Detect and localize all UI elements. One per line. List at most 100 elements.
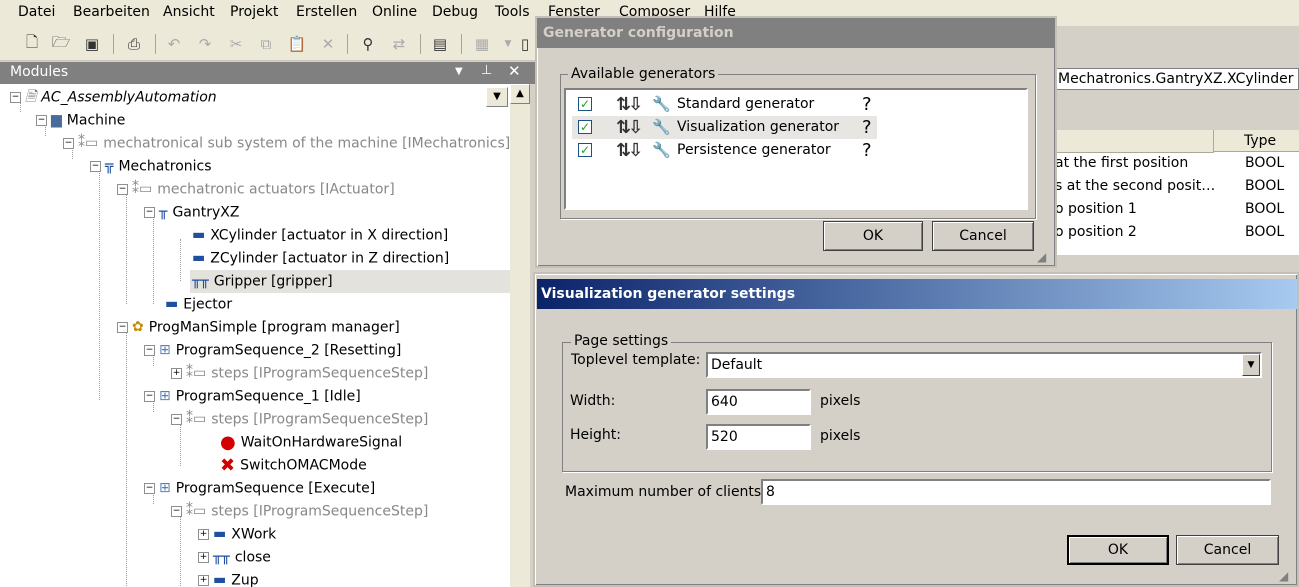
scroll-up-icon[interactable]: ▲ bbox=[510, 84, 530, 104]
height-field[interactable] bbox=[706, 424, 811, 450]
checkbox-checked[interactable]: ✓ bbox=[578, 97, 592, 111]
tree-item-xcylinder[interactable]: ▬ XCylinder [actuator in X direction] bbox=[192, 224, 448, 247]
tree-dropdown-button[interactable]: ▼ bbox=[486, 87, 508, 107]
tree-item-steps[interactable]: − ⁑▭ steps [IProgramSequenceStep] bbox=[171, 500, 428, 523]
cylinder-icon: ▬ bbox=[192, 227, 206, 243]
max-clients-field[interactable] bbox=[761, 479, 1271, 505]
ok-button[interactable]: OK bbox=[1067, 535, 1169, 565]
collapse-icon[interactable]: − bbox=[144, 345, 155, 356]
tree-scrollbar[interactable]: ▲ bbox=[510, 84, 530, 587]
collapse-icon[interactable]: − bbox=[171, 414, 182, 425]
menu-bearbeiten[interactable]: Bearbeiten bbox=[73, 4, 150, 20]
width-field[interactable] bbox=[706, 389, 811, 415]
table-icon[interactable]: ▦ bbox=[472, 34, 492, 54]
help-icon[interactable]: ? bbox=[862, 116, 872, 139]
tree-item-gripper[interactable]: ╥╥ Gripper [gripper] bbox=[190, 270, 512, 293]
tree-item-switchomacmode[interactable]: ✖ SwitchOMACMode bbox=[220, 454, 367, 477]
expand-icon[interactable]: + bbox=[171, 368, 182, 379]
help-icon[interactable]: ? bbox=[862, 139, 872, 162]
generator-row-visualization[interactable]: ✓ ⇅⇩ 🔧 Visualization generator ? bbox=[572, 116, 877, 139]
cancel-button[interactable]: Cancel bbox=[1176, 535, 1279, 565]
menu-online[interactable]: Online bbox=[372, 4, 417, 20]
collapse-icon[interactable]: − bbox=[63, 138, 74, 149]
up-down-arrows-icon: ⇅⇩ bbox=[616, 117, 643, 138]
delete-icon[interactable]: ✕ bbox=[318, 34, 338, 54]
tree-item-steps[interactable]: + ⁑▭ steps [IProgramSequenceStep] bbox=[171, 362, 428, 385]
object-path-field[interactable]: Mechatronics.GantryXZ.XCylinder bbox=[1055, 68, 1299, 90]
ok-button[interactable]: OK bbox=[823, 221, 923, 251]
dialog-title: Visualization generator settings bbox=[537, 279, 1297, 309]
checkbox-checked[interactable]: ✓ bbox=[578, 120, 592, 134]
tree-item-steps[interactable]: − ⁑▭ steps [IProgramSequenceStep] bbox=[171, 408, 428, 431]
menu-tools[interactable]: Tools bbox=[495, 4, 530, 20]
close-icon[interactable]: ✕ bbox=[508, 62, 521, 80]
checkbox-checked[interactable]: ✓ bbox=[578, 143, 592, 157]
expand-icon[interactable]: + bbox=[198, 552, 209, 563]
cylinder-icon: ▬ bbox=[213, 572, 227, 587]
tree-item-gantryxz[interactable]: − ╥ GantryXZ bbox=[144, 201, 239, 224]
collapse-icon[interactable]: − bbox=[144, 391, 155, 402]
menu-datei[interactable]: Datei bbox=[18, 4, 55, 20]
collapse-icon[interactable]: − bbox=[10, 92, 21, 103]
menu-erstellen[interactable]: Erstellen bbox=[296, 4, 357, 20]
tree-item-programsequence-1[interactable]: − ⊞ ProgramSequence_1 [Idle] bbox=[144, 385, 361, 408]
generator-row-standard[interactable]: ✓ ⇅⇩ 🔧 Standard generator ? bbox=[572, 93, 877, 116]
tree-item-zup[interactable]: + ▬ Zup bbox=[198, 569, 259, 587]
collapse-icon[interactable]: − bbox=[144, 207, 155, 218]
tree-item-machine[interactable]: − ▆ Machine bbox=[36, 109, 125, 132]
type-column-header[interactable]: Type bbox=[1214, 130, 1299, 152]
redo-icon[interactable]: ↷ bbox=[195, 34, 215, 54]
tree-item-mechatronics[interactable]: − ╦ Mechatronics bbox=[90, 155, 212, 178]
find-icon[interactable]: ⚲ bbox=[358, 34, 378, 54]
description-column-header[interactable] bbox=[1055, 130, 1214, 153]
menu-ansicht[interactable]: Ansicht bbox=[163, 4, 215, 20]
interface-icon: ⁑▭ bbox=[78, 135, 99, 151]
help-icon[interactable]: ? bbox=[862, 93, 872, 116]
menu-debug[interactable]: Debug bbox=[432, 4, 478, 20]
tree-item-ejector[interactable]: ▬ Ejector bbox=[165, 293, 232, 316]
expand-icon[interactable]: + bbox=[198, 529, 209, 540]
sequence-icon: ⊞ bbox=[159, 342, 171, 358]
collapse-icon[interactable]: − bbox=[90, 161, 101, 172]
tree-item-programsequence[interactable]: − ⊞ ProgramSequence [Execute] bbox=[144, 477, 375, 500]
collapse-icon[interactable]: − bbox=[117, 322, 128, 333]
tree-item-progmansimple[interactable]: − ✿ ProgManSimple [program manager] bbox=[117, 316, 400, 339]
paste-icon[interactable]: 📋 bbox=[287, 34, 307, 54]
toplevel-template-select[interactable]: Default ▼ bbox=[706, 352, 1262, 378]
resize-grip-icon[interactable]: ◢ bbox=[1279, 569, 1293, 583]
tree-label: SwitchOMACMode bbox=[240, 457, 367, 474]
save-icon[interactable]: ▣ bbox=[82, 34, 102, 54]
tree-item-programsequence-2[interactable]: − ⊞ ProgramSequence_2 [Resetting] bbox=[144, 339, 401, 362]
collapse-icon[interactable]: − bbox=[144, 483, 155, 494]
new-file-icon[interactable]: 🗋 bbox=[22, 33, 42, 54]
open-folder-icon[interactable]: 🗁 bbox=[51, 33, 71, 54]
chevron-down-icon[interactable]: ▼ bbox=[1242, 354, 1260, 376]
undo-icon[interactable]: ↶ bbox=[164, 34, 184, 54]
tree-item-interface[interactable]: − ⁑▭ mechatronic actuators [IActuator] bbox=[117, 178, 395, 201]
find-replace-icon[interactable]: ⇄ bbox=[389, 34, 409, 54]
cancel-button[interactable]: Cancel bbox=[932, 221, 1034, 251]
menu-projekt[interactable]: Projekt bbox=[230, 4, 278, 20]
dropdown-arrow-icon[interactable]: ▼ bbox=[455, 66, 463, 77]
print-icon[interactable]: ⎙ bbox=[124, 34, 144, 54]
tree-item-waitonhardwaresignal[interactable]: ● WaitOnHardwareSignal bbox=[220, 431, 402, 454]
toolbar-separator bbox=[155, 34, 156, 54]
resize-grip-icon[interactable]: ◢ bbox=[1037, 250, 1051, 264]
tree-item-xwork[interactable]: + ▬ XWork bbox=[198, 523, 276, 546]
pin-icon[interactable]: ⊥ bbox=[481, 63, 492, 78]
tree-item-close[interactable]: + ╥╥ close bbox=[198, 546, 271, 569]
tree-item-root[interactable]: − 🗎 AC_AssemblyAutomation bbox=[10, 86, 217, 109]
gripper-icon: ╥╥ bbox=[213, 549, 230, 565]
generator-row-persistence[interactable]: ✓ ⇅⇩ 🔧 Persistence generator ? bbox=[572, 139, 877, 162]
copy-icon[interactable]: ⧉ bbox=[256, 34, 276, 54]
clipboard-icon[interactable]: ▤ bbox=[430, 34, 450, 54]
collapse-icon[interactable]: − bbox=[171, 506, 182, 517]
cut-icon[interactable]: ✂ bbox=[226, 34, 246, 54]
page-icon[interactable]: ▯ bbox=[515, 34, 535, 54]
tree-item-zcylinder[interactable]: ▬ ZCylinder [actuator in Z direction] bbox=[192, 247, 449, 270]
collapse-icon[interactable]: − bbox=[117, 184, 128, 195]
generator-name: Standard generator bbox=[677, 96, 815, 112]
tree-item-interface[interactable]: − ⁑▭ mechatronical sub system of the machi… bbox=[63, 132, 510, 155]
collapse-icon[interactable]: − bbox=[36, 115, 47, 126]
expand-icon[interactable]: + bbox=[198, 575, 209, 586]
